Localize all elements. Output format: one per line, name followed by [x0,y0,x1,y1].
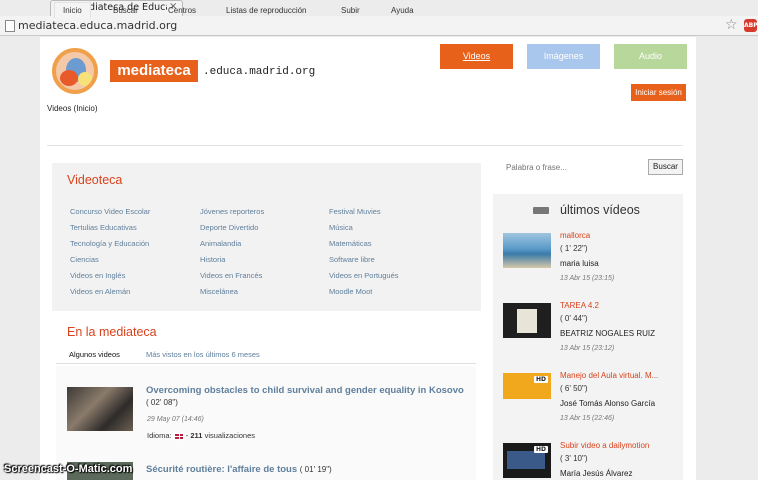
sidebar-video-duration: ( 0' 44") [560,314,588,323]
category-link[interactable]: Tertulias Educativas [70,223,137,232]
tab-mas-vistos[interactable]: Más vistos en los últimos 6 meses [146,350,260,359]
category-link[interactable]: Animalandia [200,239,241,248]
category-link[interactable]: Videos en Alemán [70,287,130,296]
sidebar-video-title[interactable]: mallorca [560,231,590,240]
bookmark-star-icon[interactable]: ☆ [725,17,738,33]
tab-divider [56,363,476,364]
sidebar-video-date: 13 Abr 15 (23:15) [560,275,615,282]
nav-item-buscar[interactable]: Buscar [113,6,138,22]
search-input[interactable] [502,159,642,175]
sidebar-video-title[interactable]: TAREA 4.2 [560,301,599,310]
video-icon [533,207,549,214]
sidebar-video-title[interactable]: Manejo del Aula virtual. M... [560,371,658,380]
sidebar-video-date: 13 Abr 15 (22:46) [560,415,615,422]
nav-item-listas[interactable]: Listas de reproducción [226,6,307,22]
sidebar-video-duration: ( 1' 22") [560,244,588,253]
video-date: 29 May 07 (14:46) [147,416,204,423]
uk-flag-icon [173,432,185,441]
sidebar-video-thumbnail[interactable] [503,303,551,338]
sidebar-video-duration: ( 6' 50") [560,384,588,393]
sidebar-video-thumbnail[interactable] [503,233,551,268]
main-nav [47,122,683,146]
category-link[interactable]: Ciencias [70,255,99,264]
nav-item-centros[interactable]: Centros [168,6,196,22]
category-link[interactable]: Tecnología y Educación [70,239,149,248]
logo-text[interactable]: mediateca [110,60,198,82]
category-link[interactable]: Videos en Inglés [70,271,125,280]
sidebar-video-date: 13 Abr 15 (23:12) [560,345,615,352]
url-text[interactable]: mediateca.educa.madrid.org [18,19,177,32]
video-meta: Idioma: - 211 visualizaciones [147,431,256,441]
category-link[interactable]: Videos en Portugués [329,271,399,280]
category-link[interactable]: Matemáticas [329,239,372,248]
screencast-watermark: Screencast-O-Matic.com [4,463,133,475]
nav-item-inicio[interactable]: Inicio [54,2,91,18]
page-icon [5,20,15,32]
breadcrumb: Videos (Inicio) [47,104,98,113]
category-link[interactable]: Miscelánea [200,287,238,296]
logo-domain: .educa.madrid.org [203,66,316,78]
category-link[interactable]: Moodle Moot [329,287,372,296]
adblock-icon[interactable]: ABP [744,19,758,32]
category-link[interactable]: Historia [200,255,225,264]
video-title-link[interactable]: Sécurité routière: l'affaire de tous ( 0… [146,464,466,476]
category-link[interactable]: Videos en Francés [200,271,262,280]
video-thumbnail[interactable] [67,387,133,431]
category-link[interactable]: Deporte Divertido [200,223,258,232]
sidebar-video-title[interactable]: Subir video a dailymotion [560,441,649,450]
sidebar-video-author: María Jesús Álvarez [560,469,633,478]
login-button[interactable]: Iniciar sesión [631,84,686,101]
nav-item-ayuda[interactable]: Ayuda [391,6,414,22]
latest-videos-title: últimos vídeos [560,203,640,217]
tab-algunos-videos[interactable]: Algunos videos [69,350,120,359]
logo-icon[interactable] [52,48,98,94]
sidebar-video-author: maria luisa [560,259,599,268]
videos-button[interactable]: Videos [440,44,513,69]
category-link[interactable]: Jóvenes reporteros [200,207,264,216]
sidebar-video-thumbnail[interactable]: HD [503,373,551,399]
mediateca-title: En la mediateca [67,325,157,339]
videoteca-title: Videoteca [67,173,123,187]
sidebar-video-thumbnail[interactable]: HD [503,443,551,478]
video-title-link[interactable]: Overcoming obstacles to child survival a… [146,385,466,409]
audio-button[interactable]: Audio [614,44,687,69]
hd-badge-icon: HD [533,376,548,383]
search-button[interactable]: Buscar [648,159,683,175]
hd-badge-icon: HD [533,446,548,453]
category-link[interactable]: Concurso Video Escolar [70,207,150,216]
sidebar-video-author: José Tomás Alonso García [560,399,656,408]
imagenes-button[interactable]: Imágenes [527,44,600,69]
category-link[interactable]: Música [329,223,353,232]
sidebar-video-author: BEATRIZ NOGALES RUIZ [560,329,655,338]
category-link[interactable]: Festival Muvies [329,207,381,216]
nav-item-subir[interactable]: Subir [341,6,360,22]
category-link[interactable]: Software libre [329,255,375,264]
sidebar-video-duration: ( 3' 10") [560,454,588,463]
